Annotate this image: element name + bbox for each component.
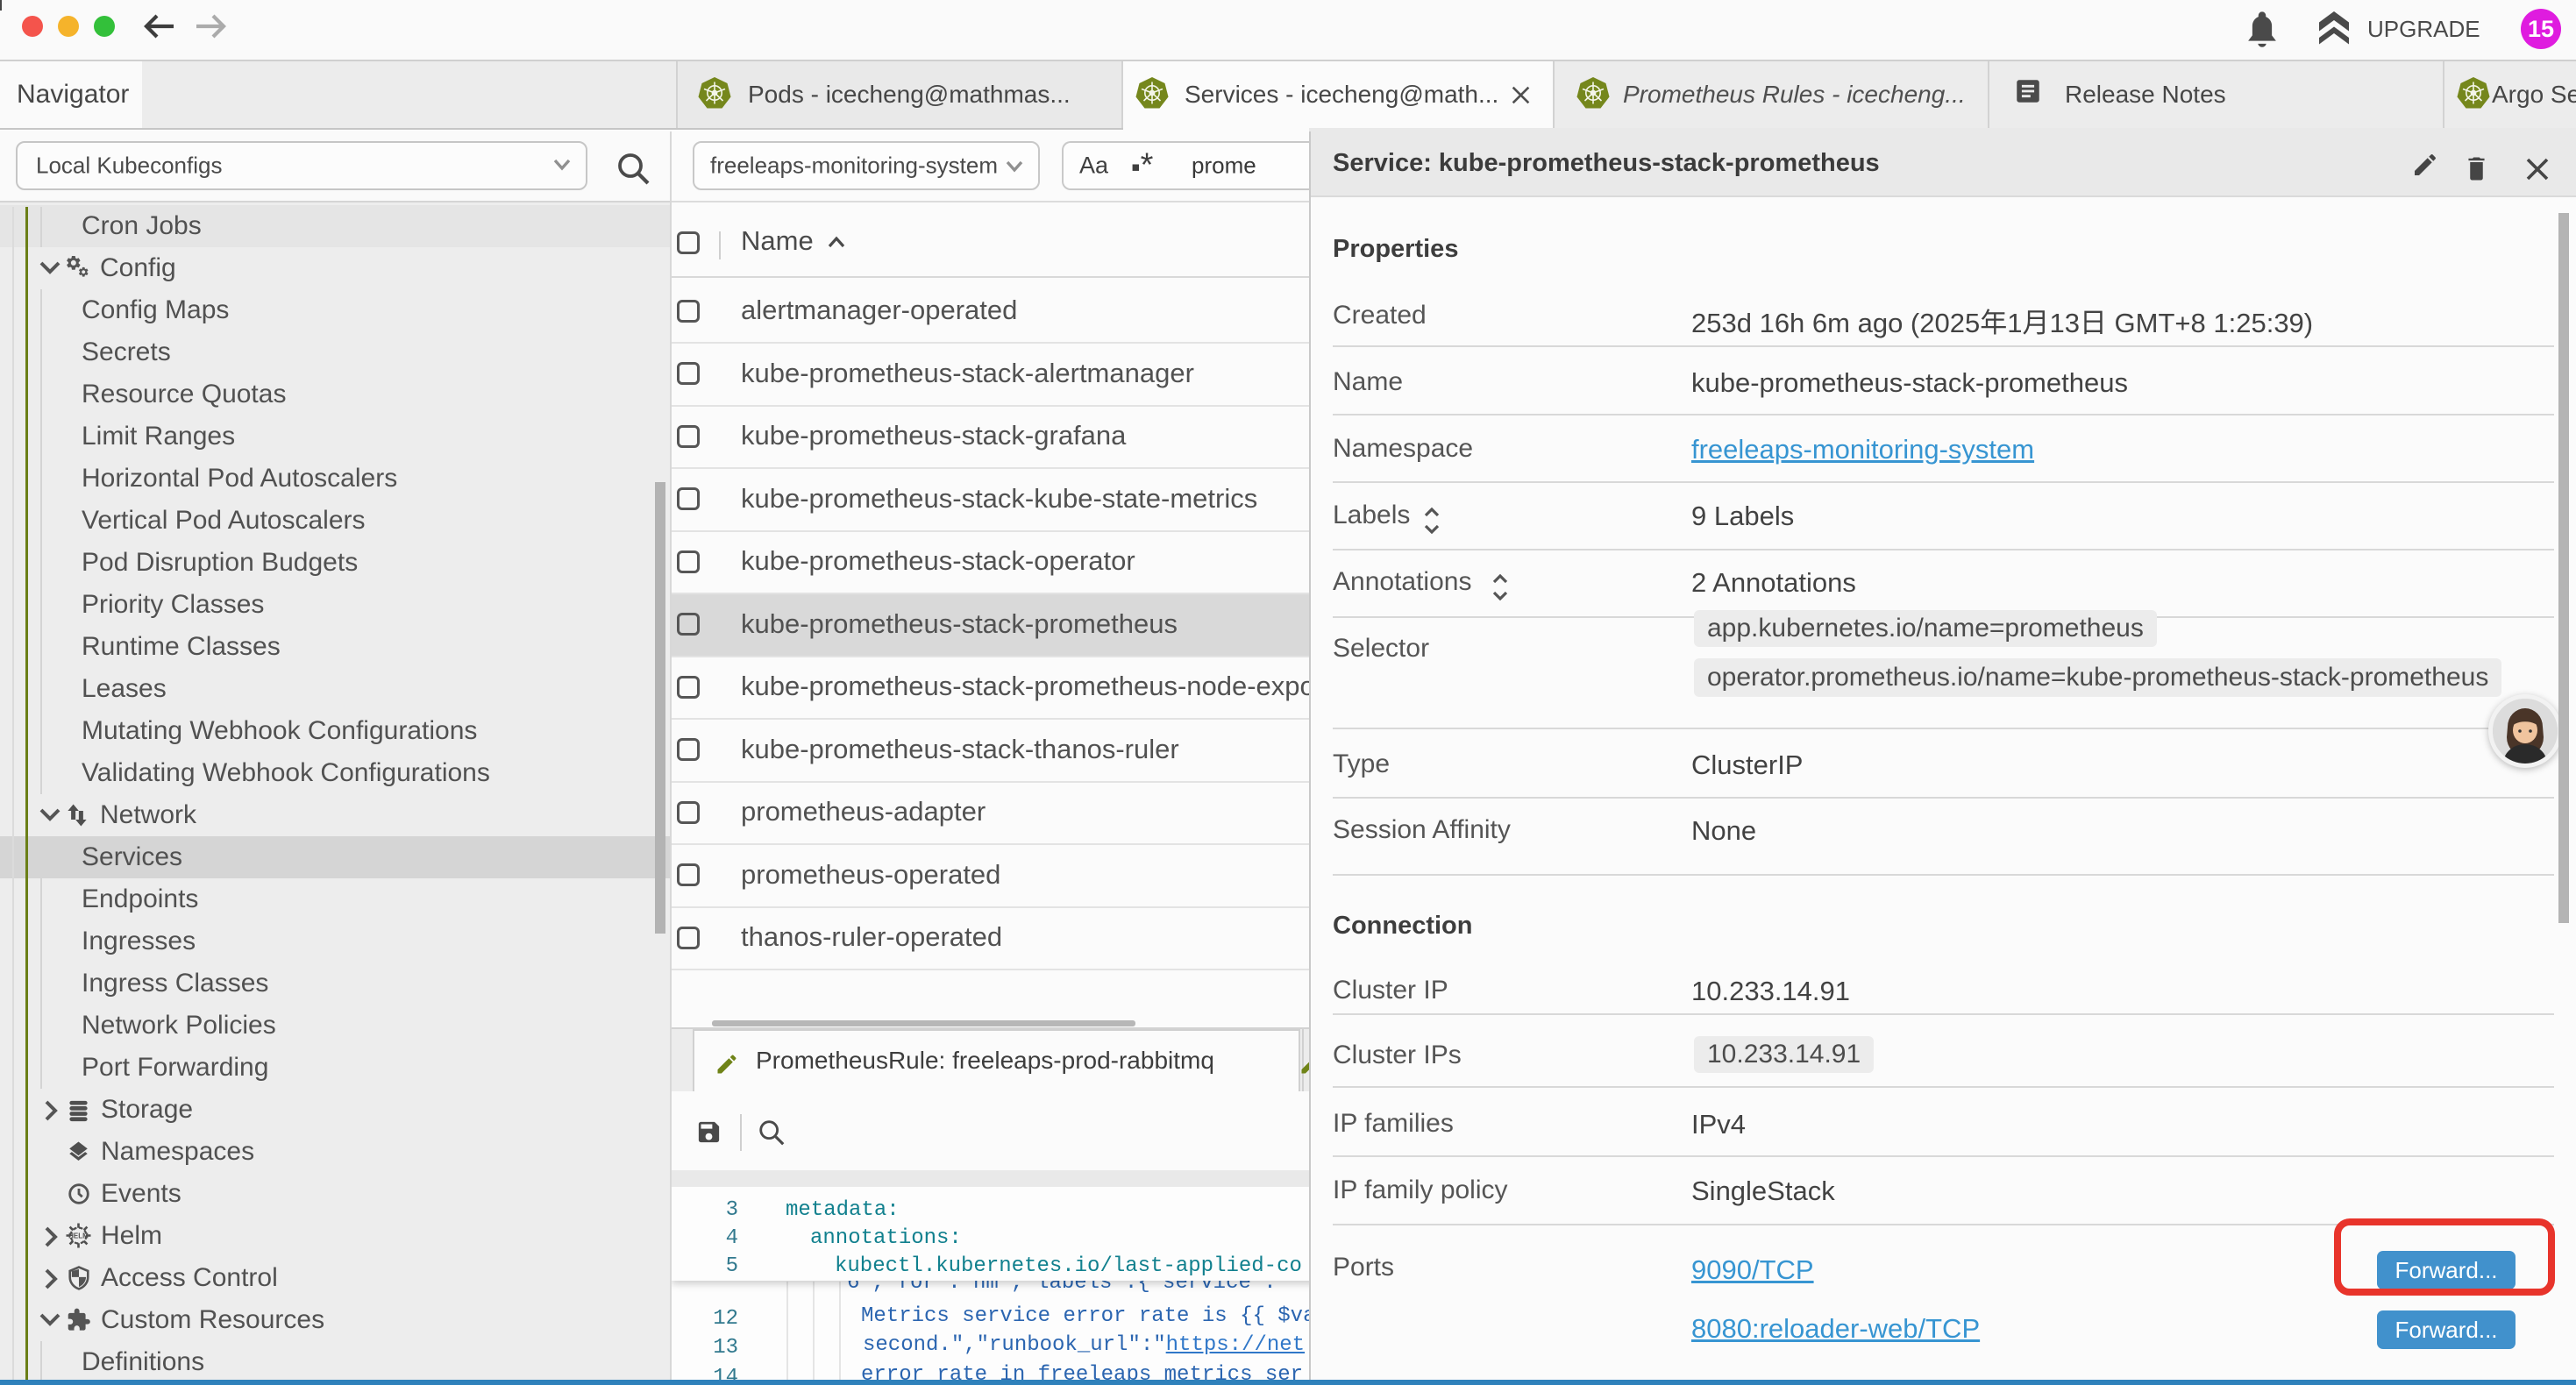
svg-text:HELM: HELM	[68, 1232, 89, 1240]
